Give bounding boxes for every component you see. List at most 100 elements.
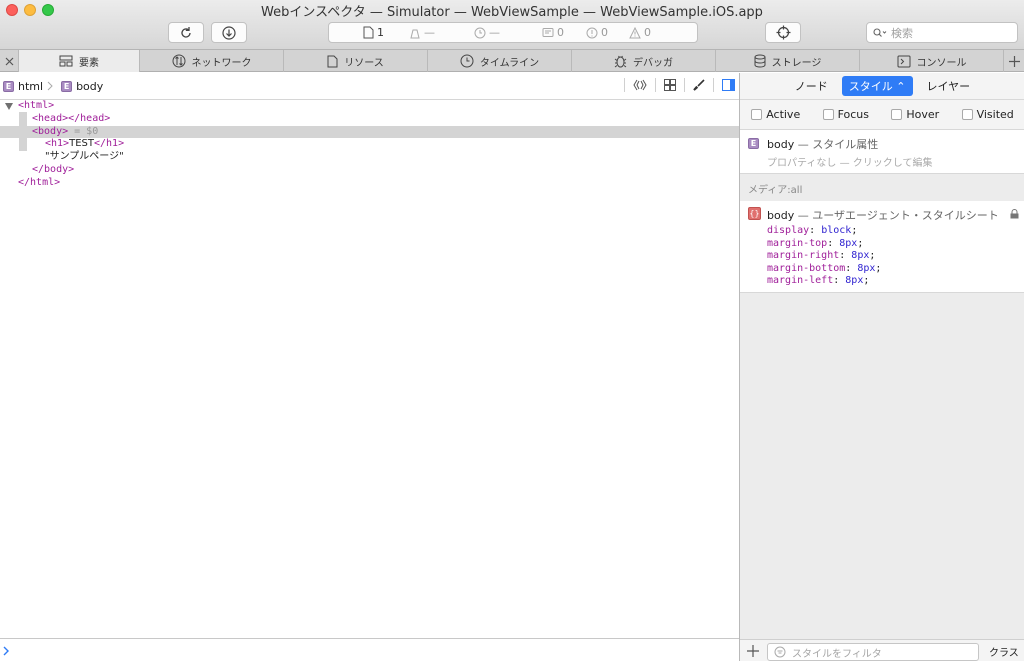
dom-node-text[interactable]: "サンプルページ" (0, 151, 739, 164)
tab-network[interactable]: ネットワーク (140, 50, 284, 72)
tag-text: </body> (32, 163, 75, 175)
checkbox[interactable] (891, 109, 903, 120)
tab-label: デバッガ (633, 57, 673, 69)
checkbox[interactable] (751, 109, 763, 120)
disclosure-triangle-icon[interactable] (5, 103, 13, 110)
pseudo-label: Focus (837, 108, 870, 121)
dom-node-body-selected[interactable]: <body> = $0 (0, 125, 739, 139)
tab-timeline[interactable]: タイムライン (428, 50, 572, 72)
rule-properties: display: block; margin-top: 8px; margin-… (767, 225, 881, 288)
pseudo-hover[interactable]: Hover (891, 108, 939, 121)
segment-style-label: スタイル (848, 80, 893, 93)
h1-text: TEST (69, 138, 94, 150)
style-filter-input[interactable]: スタイルをフィルタ (767, 643, 979, 661)
tab-console[interactable]: コンソール (860, 50, 1004, 72)
close-icon (5, 57, 13, 65)
dom-node-body-close[interactable]: </body> (0, 164, 739, 177)
filter-icon (774, 646, 786, 658)
pseudo-visited[interactable]: Visited (961, 108, 1014, 121)
warnings-count[interactable]: 0 (629, 26, 651, 39)
weight-icon (410, 29, 420, 38)
log-icon (542, 27, 554, 37)
timeline-icon (460, 54, 474, 68)
search-field[interactable]: 検索 (866, 22, 1018, 43)
breadcrumb-item-html[interactable]: html (18, 80, 43, 93)
tab-label: コンソール (916, 57, 967, 69)
download-archive-button[interactable] (211, 22, 247, 43)
tab-label: リソース (344, 57, 384, 69)
node-reference: = $0 (68, 125, 99, 137)
breadcrumb-item-body[interactable]: body (76, 80, 103, 93)
plus-icon (1008, 55, 1020, 67)
reload-button[interactable] (168, 22, 204, 43)
segment-layer[interactable]: レイヤー (927, 78, 971, 94)
tag-text: </html> (18, 176, 61, 188)
text-node: "サンプルページ" (45, 151, 124, 163)
tab-debugger[interactable]: デバッガ (572, 50, 716, 72)
tag-text: <body> (32, 125, 69, 137)
style-attribute-rule[interactable]: E body — スタイル属性 プロパティなし — クリックして編集 (740, 130, 1024, 174)
inspect-element-button[interactable] (765, 22, 801, 43)
crosshair-icon (776, 25, 790, 40)
media-label: メディア:all (748, 185, 803, 196)
css-property[interactable]: margin-top: 8px; (767, 238, 881, 251)
dashboard[interactable]: 1 — — 0 0 0 (328, 22, 698, 43)
window-title: Webインスペクタ — Simulator — WebViewSample — … (261, 5, 763, 20)
duration[interactable]: — (474, 26, 500, 39)
errors-count[interactable]: 0 (586, 26, 608, 39)
segment-style[interactable]: スタイル ⌃ (841, 76, 913, 96)
property-name: margin-left (767, 275, 834, 287)
pseudo-active[interactable]: Active (751, 108, 800, 121)
toggle-sidebar-icon[interactable] (722, 79, 735, 91)
css-property[interactable]: display: block; (767, 225, 881, 238)
resources-count[interactable]: 1 (363, 26, 384, 39)
tab-resources[interactable]: リソース (284, 50, 428, 72)
property-value: 8px (851, 250, 870, 262)
dom-node-head[interactable]: <head></head> (0, 113, 739, 126)
add-rule-icon[interactable] (747, 645, 759, 657)
rule-origin: — ユーザエージェント・スタイルシート (794, 209, 999, 222)
user-agent-rule[interactable]: {} body — ユーザエージェント・スタイルシート display: blo… (740, 201, 1024, 293)
lock-icon (1010, 209, 1019, 219)
property-name: display (767, 225, 810, 236)
chevron-right-icon (47, 81, 53, 91)
tab-elements[interactable]: 要素 (19, 50, 140, 72)
tab-storage[interactable]: ストレージ (716, 50, 860, 72)
css-property[interactable]: margin-bottom: 8px; (767, 263, 881, 276)
elements-icon (59, 55, 73, 67)
close-tab-button[interactable] (0, 50, 19, 72)
segment-node[interactable]: ノード (795, 78, 828, 94)
filter-placeholder: スタイルをフィルタ (792, 648, 882, 660)
logs-count[interactable]: 0 (542, 26, 564, 39)
resources-count-label: 1 (377, 26, 384, 39)
dom-tools (624, 78, 735, 92)
class-toggle-button[interactable]: クラス (989, 644, 1019, 659)
property-name: margin-top (767, 237, 828, 249)
pseudo-focus[interactable]: Focus (822, 108, 870, 121)
resources-icon (327, 55, 338, 67)
paint-brush-icon[interactable] (693, 79, 705, 91)
dom-node-html-close[interactable]: </html> (0, 177, 739, 190)
dom-node-h1[interactable]: <h1>TEST</h1> (0, 138, 739, 151)
empty-rule-hint[interactable]: プロパティなし — クリックして編集 (767, 154, 932, 169)
warnings-count-label: 0 (644, 26, 651, 39)
tag-text: <head></head> (32, 112, 111, 124)
console-prompt[interactable] (0, 638, 739, 661)
css-property[interactable]: margin-right: 8px; (767, 250, 881, 263)
css-property[interactable]: margin-left: 8px; (767, 275, 881, 288)
tab-label: ネットワーク (191, 57, 252, 69)
duration-label: — (489, 26, 500, 39)
stylesheet-badge-icon: {} (748, 207, 761, 220)
dom-node-html[interactable]: <html> (0, 100, 739, 113)
document-icon (363, 26, 374, 39)
new-tab-button[interactable] (1004, 50, 1024, 72)
debugger-icon (614, 55, 627, 68)
checkbox[interactable] (961, 109, 973, 120)
sidebar-segmented-control: ノード スタイル ⌃ レイヤー (740, 73, 1024, 100)
rule-selector: body (767, 209, 795, 222)
load-time[interactable]: — (409, 26, 435, 39)
shadow-dom-icon[interactable] (633, 79, 647, 91)
checkbox[interactable] (822, 109, 834, 120)
layout-grid-icon[interactable] (664, 79, 676, 91)
reload-icon (181, 26, 191, 38)
